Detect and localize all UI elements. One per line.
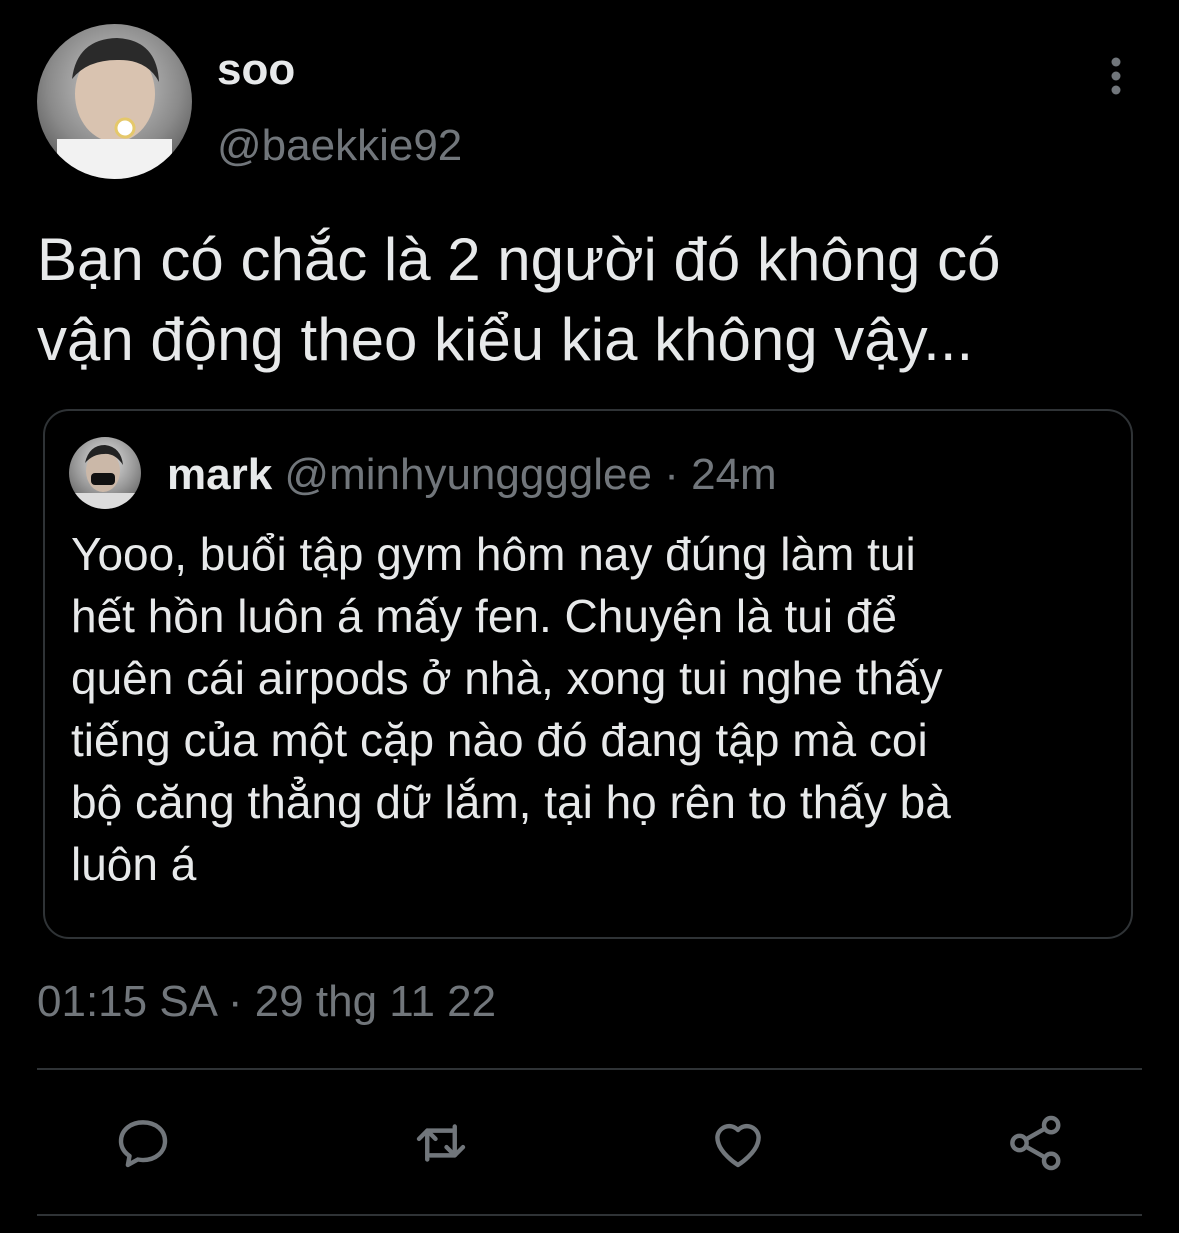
avatar-photo bbox=[57, 38, 172, 179]
quoted-tweet-header: mark @minhyungggglee · 24m bbox=[167, 449, 777, 502]
retweet-button[interactable] bbox=[408, 1110, 474, 1176]
quoted-tweet-text: Yooo, buổi tập gym hôm nay đúng làm tui … bbox=[71, 528, 951, 890]
reply-icon bbox=[118, 1120, 168, 1168]
divider bbox=[37, 1068, 1142, 1070]
divider-bottom bbox=[37, 1214, 1142, 1216]
reply-button[interactable] bbox=[110, 1110, 176, 1176]
author-display-name[interactable]: soo bbox=[217, 44, 295, 97]
tweet-text: Bạn có chắc là 2 người đó không có vận đ… bbox=[37, 226, 1001, 373]
quoted-tweet-time: · 24m bbox=[664, 450, 777, 499]
quoted-author-handle: @minhyungggglee bbox=[284, 450, 652, 499]
like-button[interactable] bbox=[705, 1110, 771, 1176]
quoted-author-name: mark bbox=[167, 450, 273, 499]
author-handle[interactable]: @baekkie92 bbox=[217, 120, 462, 173]
author-avatar[interactable] bbox=[37, 24, 192, 179]
quoted-tweet-card[interactable]: mark @minhyungggglee · 24m Yooo, buổi tậ… bbox=[43, 409, 1133, 939]
quoted-author-avatar bbox=[69, 437, 141, 509]
like-icon bbox=[715, 1124, 761, 1168]
retweet-icon bbox=[416, 1124, 466, 1162]
more-options-icon[interactable] bbox=[1098, 52, 1134, 100]
share-icon bbox=[1010, 1115, 1061, 1171]
tweet-timestamp[interactable]: 01:15 SA · 29 thg 11 22 bbox=[37, 976, 496, 1029]
share-button[interactable] bbox=[1003, 1110, 1069, 1176]
